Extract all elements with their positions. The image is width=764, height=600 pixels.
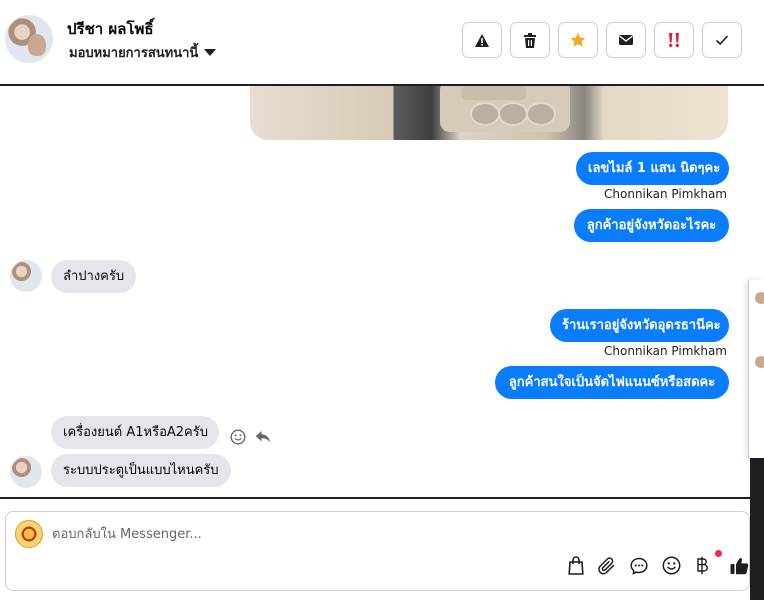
thumbs-up-icon bbox=[730, 557, 749, 574]
page-avatar bbox=[15, 520, 43, 548]
message-bubble-incoming[interactable]: เครื่องยนต์ A1หรือA2ครับ bbox=[51, 416, 219, 449]
saved-replies-button[interactable] bbox=[630, 557, 648, 575]
check-icon bbox=[715, 35, 729, 46]
assign-conversation-dropdown[interactable]: มอบหมายการสนทนานี้ bbox=[69, 42, 217, 63]
attach-file-button[interactable] bbox=[598, 556, 616, 575]
paperclip-icon bbox=[598, 556, 615, 574]
shared-car-photo[interactable] bbox=[250, 86, 728, 140]
contact-name[interactable]: ปรีชา ผลโพธิ์ bbox=[67, 17, 153, 41]
envelope-icon bbox=[619, 35, 633, 45]
assign-label: มอบหมายการสนทนานี้ bbox=[69, 46, 199, 61]
message-bubble-incoming[interactable]: ระบบประตูเป็นแบบไหนครับ bbox=[51, 454, 231, 487]
reply-composer bbox=[5, 511, 750, 591]
follow-up-star-button[interactable] bbox=[558, 22, 598, 58]
warning-icon bbox=[475, 33, 489, 47]
side-overlay-panel bbox=[748, 280, 764, 458]
message-actions bbox=[230, 429, 271, 445]
star-icon bbox=[570, 32, 586, 47]
photo-cupholder-shape bbox=[498, 102, 528, 126]
urgent-icon bbox=[669, 33, 679, 48]
overlay-avatar bbox=[755, 356, 764, 368]
side-dark-panel bbox=[750, 458, 764, 600]
message-thread[interactable]: เลขไมล์ 1 แสน นิดๆคะ Chonnikan Pimkham ล… bbox=[0, 86, 750, 497]
delete-button[interactable] bbox=[510, 22, 550, 58]
mark-urgent-button[interactable] bbox=[654, 22, 694, 58]
contact-message-avatar[interactable] bbox=[10, 456, 42, 488]
baht-icon bbox=[697, 556, 708, 575]
emoji-icon bbox=[230, 429, 246, 445]
reply-input[interactable] bbox=[52, 523, 732, 545]
payment-button[interactable] bbox=[695, 550, 722, 575]
send-like-button[interactable] bbox=[730, 557, 749, 575]
shopping-bag-icon bbox=[568, 556, 584, 575]
react-button[interactable] bbox=[230, 429, 246, 445]
message-bubble-outgoing[interactable]: ลูกค้าสนใจเป็นจัดไฟแนนซ์หรือสดคะ bbox=[495, 366, 729, 399]
composer-divider bbox=[0, 497, 750, 499]
mark-unread-button[interactable] bbox=[606, 22, 646, 58]
reply-button[interactable] bbox=[255, 430, 271, 444]
thread-scroll-area bbox=[750, 86, 764, 280]
emoji-button[interactable] bbox=[662, 556, 681, 575]
emoji-icon bbox=[662, 556, 681, 575]
photo-console-slot bbox=[462, 86, 526, 100]
overlay-avatar bbox=[755, 292, 764, 304]
message-bubble-outgoing[interactable]: ลูกค้าอยู่จังหวัดอะไรคะ bbox=[574, 209, 729, 242]
message-sender-name: Chonnikan Pimkham bbox=[604, 187, 727, 201]
photo-cupholder-shape bbox=[526, 102, 556, 126]
message-bubble-outgoing[interactable]: เลขไมล์ 1 แสน นิดๆคะ bbox=[576, 152, 729, 185]
header-toolbar bbox=[462, 22, 742, 58]
message-sender-name: Chonnikan Pimkham bbox=[604, 344, 727, 358]
composer-actions bbox=[568, 550, 749, 575]
message-bubble-incoming[interactable]: ลำปางครับ bbox=[51, 260, 136, 293]
conversation-header: ปรีชา ผลโพธิ์ มอบหมายการสนทนานี้ bbox=[0, 0, 764, 86]
caret-down-icon bbox=[204, 49, 217, 56]
chat-bubble-icon bbox=[630, 557, 648, 575]
shop-button[interactable] bbox=[568, 556, 584, 575]
reply-icon bbox=[255, 431, 271, 443]
contact-avatar[interactable] bbox=[5, 15, 53, 63]
message-bubble-outgoing[interactable]: ร้านเราอยู่จังหวัดอุดรธานีคะ bbox=[550, 309, 729, 342]
mark-done-button[interactable] bbox=[702, 22, 742, 58]
notification-dot bbox=[715, 550, 722, 557]
contact-message-avatar[interactable] bbox=[10, 260, 42, 292]
report-spam-button[interactable] bbox=[462, 22, 502, 58]
trash-icon bbox=[524, 32, 536, 48]
photo-cupholder-shape bbox=[470, 102, 500, 126]
